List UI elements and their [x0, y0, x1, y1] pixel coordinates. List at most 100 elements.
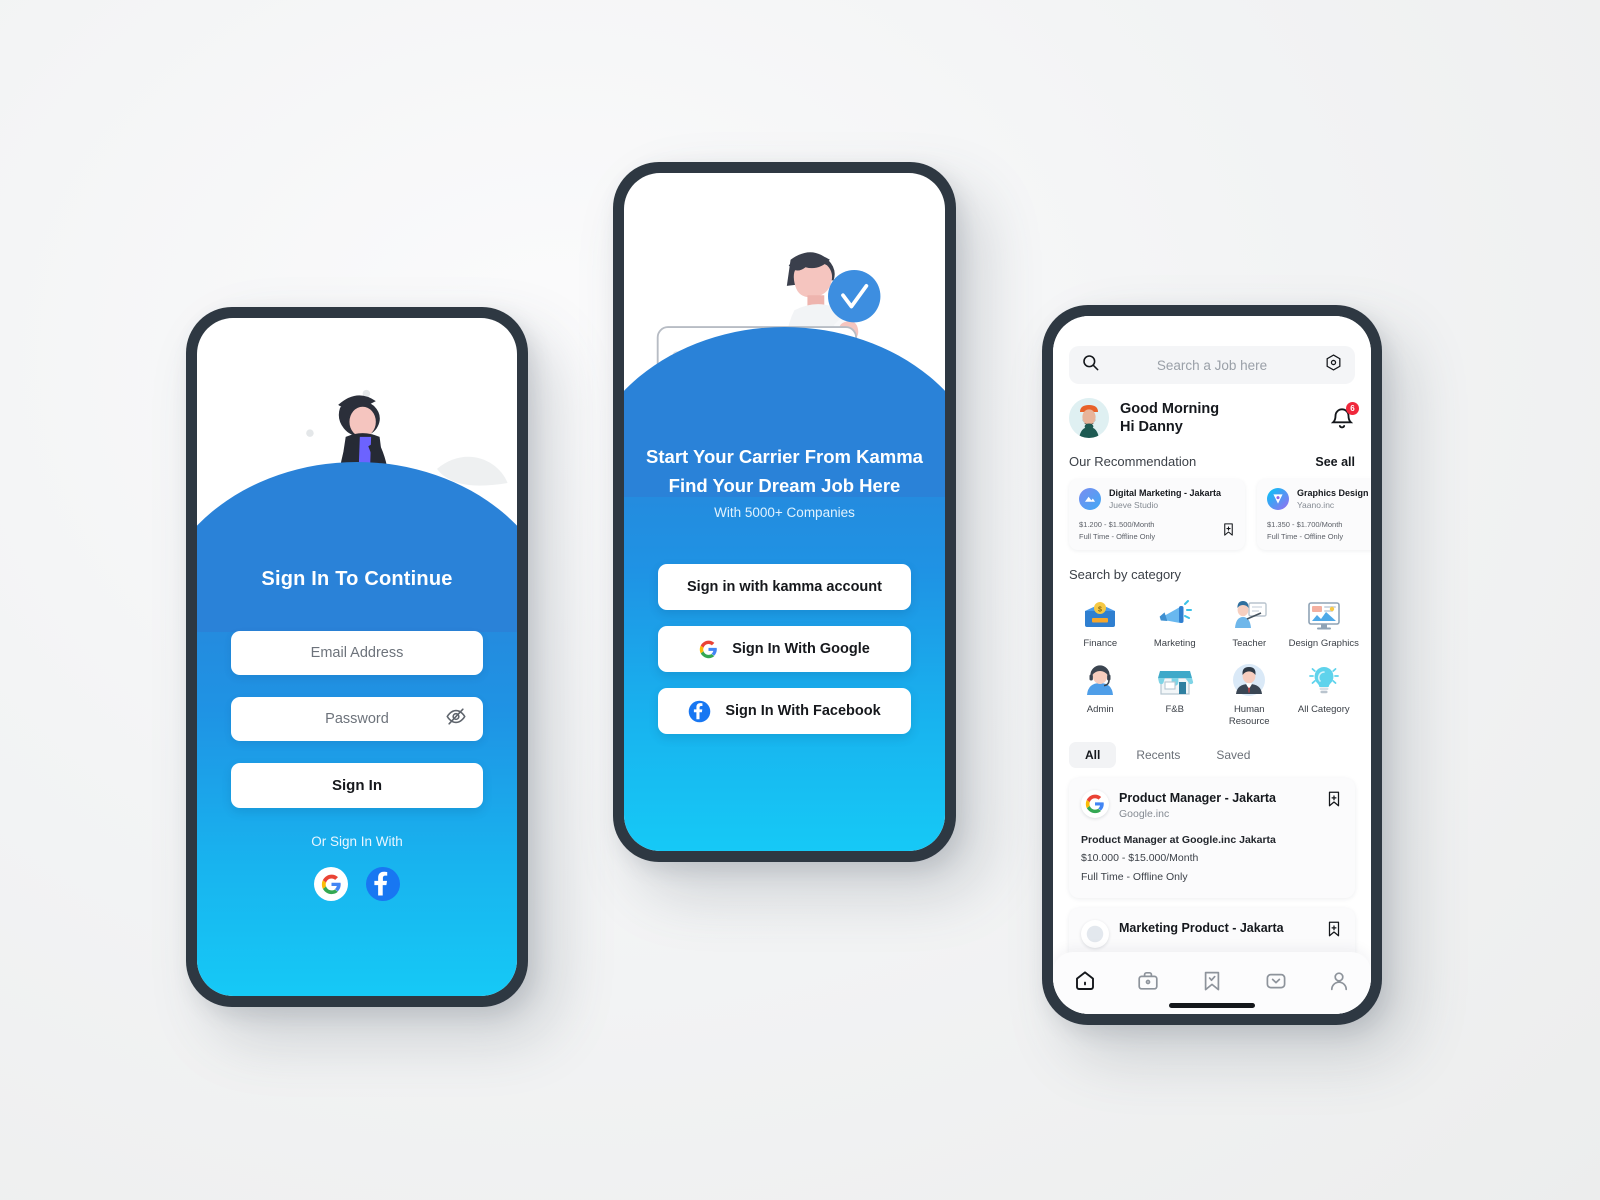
- bookmark-add-icon[interactable]: [1221, 522, 1236, 542]
- google-icon: [699, 640, 718, 659]
- category-item-finance[interactable]: $ Finance: [1063, 588, 1138, 654]
- tab-saved[interactable]: Saved: [1200, 742, 1266, 768]
- google-icon: [1081, 790, 1109, 819]
- recommendation-card[interactable]: Graphics Design Yaano.inc $1.350 - $1.70…: [1257, 479, 1371, 551]
- category-label: All Category: [1297, 704, 1350, 716]
- signin-button[interactable]: Sign In: [231, 763, 483, 808]
- greeting-line-2: Hi Danny: [1120, 419, 1183, 435]
- greeting-text: Good Morning Hi Danny: [1120, 400, 1318, 436]
- rec-card-header: Digital Marketing - Jakarta Jueve Studio: [1079, 488, 1235, 511]
- recommendation-header: Our Recommendation See all: [1053, 438, 1371, 469]
- phone-mockup-home: Search a Job here Good Morning Hi Danny …: [1042, 305, 1382, 1025]
- greeting-line-1: Good Morning: [1120, 400, 1220, 417]
- signin-blue-panel: Sign In To Continue Email Address Passwo…: [197, 462, 517, 996]
- job-salary: $10.000 - $15.000/Month: [1081, 852, 1199, 865]
- password-placeholder: Password: [325, 711, 389, 727]
- email-field[interactable]: Email Address: [231, 631, 483, 675]
- yaano-inc-logo: [1267, 488, 1289, 510]
- job-company: Google.inc: [1119, 807, 1170, 820]
- onboarding-blue-panel: Start Your Carrier From Kamma Find Your …: [624, 327, 945, 851]
- notification-badge: 6: [1346, 402, 1359, 415]
- rec-card-meta: $1.200 - $1.500/Month Full Time - Offlin…: [1079, 519, 1235, 542]
- google-signin-button[interactable]: [314, 867, 348, 901]
- bookmark-add-icon[interactable]: [1325, 920, 1343, 943]
- onboarding-button-group: Sign in with kamma account Sign In With …: [624, 564, 945, 735]
- rec-card-titles: Graphics Design Yaano.inc: [1297, 488, 1369, 511]
- recommendation-card[interactable]: Digital Marketing - Jakarta Jueve Studio…: [1069, 479, 1245, 551]
- nav-profile-button[interactable]: [1319, 963, 1359, 1003]
- signin-kamma-account-button[interactable]: Sign in with kamma account: [658, 564, 911, 611]
- lightbulb-icon: [1304, 660, 1344, 700]
- category-item-all-category[interactable]: All Category: [1287, 654, 1362, 732]
- nav-jobs-button[interactable]: [1128, 963, 1168, 1003]
- tab-recents[interactable]: Recents: [1120, 742, 1196, 768]
- home-indicator: [1169, 1003, 1255, 1008]
- social-signin-row: [197, 867, 517, 901]
- eye-off-icon[interactable]: [445, 706, 467, 733]
- facebook-icon: [688, 700, 711, 723]
- rec-card-salary: $1.350 - $1.700/Month: [1267, 520, 1343, 530]
- job-title: Marketing Product - Jakarta: [1119, 920, 1284, 935]
- signin-kamma-label: Sign in with kamma account: [687, 579, 882, 596]
- category-label: Admin: [1086, 704, 1114, 716]
- see-all-link[interactable]: See all: [1315, 455, 1355, 469]
- job-card[interactable]: Product Manager - Jakarta Google.inc Pro…: [1069, 778, 1355, 898]
- onboarding-headline: Start Your Carrier From Kamma Find Your …: [624, 401, 945, 520]
- job-description: Product Manager at Google.inc Jakarta: [1081, 833, 1276, 846]
- storefront-icon: [1155, 660, 1195, 700]
- filter-hex-icon[interactable]: [1324, 353, 1343, 377]
- rec-card-company: Jueve Studio: [1109, 499, 1159, 510]
- home-scroll-area[interactable]: Search a Job here Good Morning Hi Danny …: [1053, 316, 1371, 1014]
- signin-facebook-label: Sign In With Facebook: [725, 703, 881, 720]
- category-item-marketing[interactable]: Marketing: [1138, 588, 1213, 654]
- category-title: Search by category: [1069, 567, 1182, 583]
- home-screen: Search a Job here Good Morning Hi Danny …: [1053, 316, 1371, 1014]
- envelope-icon: [1264, 969, 1288, 998]
- job-card-header: Marketing Product - Jakarta: [1081, 919, 1343, 948]
- facebook-signin-button[interactable]: [366, 867, 400, 901]
- avatar[interactable]: [1069, 398, 1109, 438]
- rec-card-salary: $1.200 - $1.500/Month: [1079, 520, 1155, 530]
- rec-card-titles: Digital Marketing - Jakarta Jueve Studio: [1109, 488, 1221, 511]
- signin-google-label: Sign In With Google: [732, 641, 870, 658]
- or-signin-with-label: Or Sign In With: [311, 834, 403, 849]
- rec-card-type: Full Time - Offline Only: [1079, 531, 1156, 541]
- category-item-human-resource[interactable]: Human Resource: [1212, 654, 1287, 732]
- category-label: Finance: [1083, 638, 1118, 650]
- phone-mockup-signin: Sign In To Continue Email Address Passwo…: [186, 307, 528, 1007]
- finance-money-icon: $: [1080, 594, 1120, 634]
- job-card-header: Product Manager - Jakarta Google.inc: [1081, 790, 1343, 822]
- category-item-teacher[interactable]: Teacher: [1212, 588, 1287, 654]
- job-card-titles: Marketing Product - Jakarta: [1119, 920, 1284, 937]
- signin-google-button[interactable]: Sign In With Google: [658, 626, 911, 673]
- signin-facebook-button[interactable]: Sign In With Facebook: [658, 688, 911, 735]
- rec-card-header: Graphics Design Yaano.inc: [1267, 488, 1371, 511]
- businessman-icon: [1229, 660, 1269, 700]
- password-field[interactable]: Password: [231, 697, 483, 741]
- jueve-studio-logo: [1079, 488, 1101, 510]
- nav-home-button[interactable]: [1065, 963, 1105, 1003]
- tab-all[interactable]: All: [1069, 742, 1117, 769]
- nav-messages-button[interactable]: [1256, 963, 1296, 1003]
- category-item-admin[interactable]: Admin: [1063, 654, 1138, 732]
- rec-card-type: Full Time - Offline Only: [1267, 531, 1344, 541]
- recommendation-title: Our Recommendation: [1069, 454, 1197, 469]
- category-label: Teacher: [1232, 638, 1267, 650]
- admin-headset-icon: [1080, 660, 1120, 700]
- job-type: Full Time - Offline Only: [1081, 871, 1188, 884]
- nav-saved-button[interactable]: [1192, 963, 1232, 1003]
- recommendation-carousel[interactable]: Digital Marketing - Jakarta Jueve Studio…: [1053, 469, 1371, 551]
- teacher-whiteboard-icon: [1229, 594, 1269, 634]
- signin-title: Sign In To Continue: [261, 568, 453, 590]
- search-bar[interactable]: Search a Job here: [1069, 346, 1355, 384]
- bookmark-add-icon[interactable]: [1325, 790, 1343, 813]
- phone-mockup-onboarding: Start Your Carrier From Kamma Find Your …: [613, 162, 956, 862]
- rec-card-meta: $1.350 - $1.700/Month Full Time - Offlin…: [1267, 519, 1371, 542]
- search-input[interactable]: Search a Job here: [1108, 358, 1316, 373]
- job-card-titles: Product Manager - Jakarta Google.inc: [1119, 790, 1276, 822]
- signin-form: Email Address Password: [197, 631, 517, 741]
- category-item-fnb[interactable]: F&B: [1138, 654, 1213, 732]
- category-item-design-graphics[interactable]: Design Graphics: [1287, 588, 1362, 654]
- notification-button[interactable]: 6: [1329, 402, 1359, 431]
- onboarding-screen: Start Your Carrier From Kamma Find Your …: [624, 173, 945, 851]
